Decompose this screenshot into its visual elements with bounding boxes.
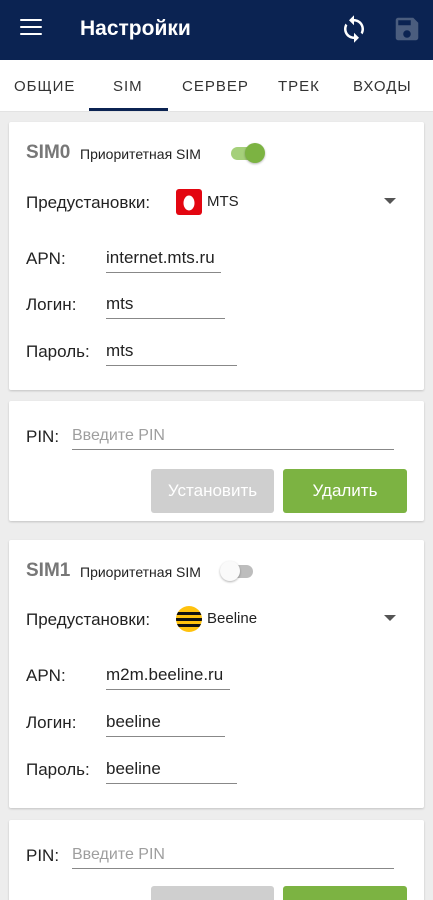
sim0-presets-label: Предустановки: [26,193,151,212]
sim1-password-label: Пароль: [26,760,90,779]
sim0-priority-toggle[interactable] [228,142,268,164]
mts-logo-icon [176,189,202,215]
beeline-logo-icon [176,606,202,632]
sim1-apn-label: APN: [26,666,66,685]
sim1-login-input[interactable] [106,712,225,737]
sim0-title: SIM0 [26,142,71,163]
tab-track[interactable]: ТРЕК [278,78,320,95]
save-icon[interactable] [392,14,422,44]
sim1-set-pin-button[interactable]: Установить [151,886,274,900]
sim1-pin-label: PIN: [26,846,60,865]
sim1-apn-input[interactable] [106,665,230,690]
sync-icon[interactable] [339,14,369,44]
sim0-apn-input[interactable] [106,248,221,273]
sim0-login-input[interactable] [106,294,225,319]
tab-general[interactable]: ОБЩИЕ [14,78,75,95]
active-tab-indicator [89,108,168,111]
sim1-pin-input[interactable] [72,846,394,869]
sim0-password-label: Пароль: [26,342,90,361]
page-title: Настройки [80,17,191,40]
sim0-priority-label: Приоритетная SIM [80,146,201,162]
sim1-password-input[interactable] [106,759,237,784]
sim1-delete-pin-button[interactable]: Удалить [283,886,407,900]
sim0-apn-label: APN: [26,249,66,268]
sim1-priority-toggle[interactable] [220,560,260,582]
tab-server[interactable]: СЕРВЕР [182,78,249,95]
chevron-down-icon [384,615,396,621]
sim1-pin-card: PIN: Установить Удалить [9,820,424,900]
tab-inputs[interactable]: ВХОДЫ [353,78,412,95]
sim1-preset-dropdown[interactable]: Beeline [176,604,396,634]
sim1-preset-value: Beeline [207,610,258,627]
sim0-pin-card: PIN: Установить Удалить [9,401,424,521]
sim0-password-input[interactable] [106,341,237,366]
sim0-preset-value: MTS [207,193,239,210]
sim0-set-pin-button[interactable]: Установить [151,469,274,513]
sim0-delete-pin-button[interactable]: Удалить [283,469,407,513]
chevron-down-icon [384,198,396,204]
sim1-title: SIM1 [26,560,71,581]
sim1-presets-label: Предустановки: [26,610,151,629]
sim1-login-label: Логин: [26,713,77,732]
sim1-priority-label: Приоритетная SIM [80,564,201,580]
sim0-login-label: Логин: [26,295,77,314]
sim0-pin-input[interactable] [72,427,394,450]
sim1-settings-card: SIM1 Приоритетная SIM Предустановки: Bee… [9,540,424,808]
tab-bar: ОБЩИЕ SIM СЕРВЕР ТРЕК ВХОДЫ [0,60,433,112]
app-bar: Настройки [0,0,433,60]
sim0-pin-label: PIN: [26,427,60,446]
menu-icon[interactable] [20,19,42,37]
tab-sim[interactable]: SIM [113,78,143,95]
sim0-preset-dropdown[interactable]: MTS [176,187,396,217]
sim0-settings-card: SIM0 Приоритетная SIM Предустановки: MTS… [9,122,424,390]
